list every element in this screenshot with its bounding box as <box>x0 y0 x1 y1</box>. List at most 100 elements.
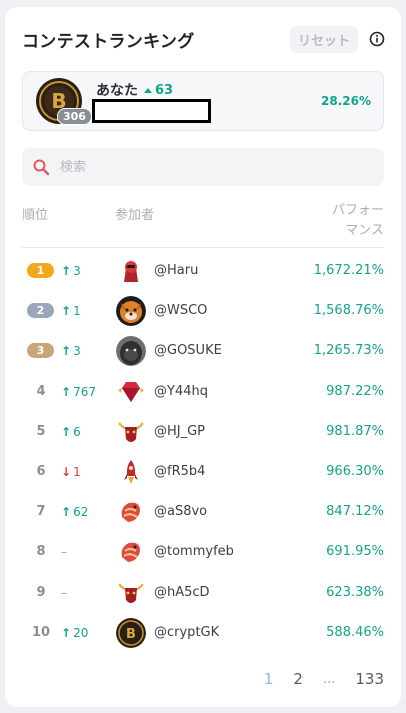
rank-change-up: ↑ 3 <box>61 264 81 278</box>
table-row[interactable]: 7 ↑ 62 @aS8vo 847.12% <box>22 492 384 532</box>
rank-change-value: 767 <box>73 384 96 399</box>
rank-number: 9 <box>36 584 46 600</box>
avatar[interactable] <box>116 537 146 568</box>
my-performance: 28.26% <box>321 94 371 108</box>
table-row[interactable]: 3 ↑ 3 @GOSUKE 1,265.73% <box>22 331 384 371</box>
rank-change-value: 20 <box>73 625 89 640</box>
arrow-up-icon: ↑ <box>61 625 72 640</box>
rank-change-value: 3 <box>73 344 81 359</box>
arrow-down-icon: ↓ <box>61 464 72 479</box>
performance-value: 1,568.76% <box>313 303 384 319</box>
performance-value: 981.87% <box>326 423 384 439</box>
column-rank: 順位 <box>22 208 49 223</box>
avatar[interactable] <box>116 376 146 407</box>
rank-change-none: – <box>61 545 67 559</box>
rank-change-up: ↑ 62 <box>61 505 88 519</box>
page-ellipsis: ... <box>322 671 336 687</box>
rank-change-value: 1 <box>73 464 81 479</box>
performance-value: 1,265.73% <box>313 343 384 359</box>
reset-button[interactable]: リセット <box>289 25 358 53</box>
rank-change-value: 6 <box>73 424 81 439</box>
rank-number: 6 <box>36 463 46 479</box>
performance-value: 847.12% <box>326 504 384 520</box>
table-row[interactable]: 6 ↓ 1 @fR5b4 966.30% <box>22 452 384 492</box>
page-title: コンテストランキング <box>22 31 195 52</box>
participant-name[interactable]: @aS8vo <box>154 504 207 519</box>
arrow-up-icon: ↑ <box>61 264 72 278</box>
table-row[interactable]: 8 – @tommyfeb 691.95% <box>22 532 384 572</box>
my-rank-card: B 306 あなた 63 28.26% <box>22 71 384 131</box>
rank-change-value: 3 <box>73 264 81 278</box>
participant-name[interactable]: @GOSUKE <box>154 343 222 358</box>
column-participant: 参加者 <box>115 208 155 223</box>
search-input[interactable] <box>60 159 360 175</box>
arrow-up-icon: ↑ <box>61 344 72 359</box>
arrow-up-icon: ↑ <box>61 384 72 399</box>
rank-change-none: – <box>61 586 67 600</box>
rank-number: 4 <box>36 383 46 399</box>
avatar[interactable] <box>116 497 146 528</box>
avatar[interactable] <box>116 456 146 487</box>
participant-name[interactable]: @tommyfeb <box>154 544 234 559</box>
search-icon <box>33 159 50 176</box>
table-row[interactable]: 2 ↑ 1 @WSCO 1,568.76% <box>22 291 384 331</box>
rank-change-value: 62 <box>73 505 89 520</box>
rank-change-up: ↑ 20 <box>61 626 88 640</box>
page-last-button[interactable]: 133 <box>355 670 384 688</box>
avatar[interactable] <box>116 296 146 327</box>
participant-name[interactable]: @fR5b4 <box>154 464 205 479</box>
page-2-button[interactable]: 2 <box>293 670 303 688</box>
rank-change-value: – <box>61 545 67 560</box>
arrow-up-icon: ↑ <box>61 424 72 439</box>
participant-name[interactable]: @cryptGK <box>154 625 219 640</box>
rank-number: 7 <box>36 504 46 520</box>
avatar[interactable] <box>116 416 146 447</box>
redacted-box <box>92 99 211 123</box>
my-name-label: あなた <box>96 83 138 99</box>
rank-number: 8 <box>36 544 46 560</box>
performance-value: 987.22% <box>326 383 384 399</box>
performance-value: 623.38% <box>326 584 384 600</box>
up-triangle-icon <box>144 87 152 93</box>
avatar[interactable] <box>116 577 146 608</box>
performance-value: 966.30% <box>326 463 384 479</box>
gold-rank-badge: 1 <box>27 263 54 278</box>
table-row[interactable]: 5 ↑ 6 @HJ_GP 981.87% <box>22 412 384 452</box>
table-row[interactable]: 9 – @hA5cD 623.38% <box>22 573 384 613</box>
page-1-button[interactable]: 1 <box>264 670 274 688</box>
performance-value: 588.46% <box>326 624 384 640</box>
rank-number: 10 <box>31 624 51 640</box>
avatar[interactable] <box>116 256 146 286</box>
table-row[interactable]: 4 ↑ 767 @Y44hq 987.22% <box>22 372 384 412</box>
avatar[interactable] <box>116 336 146 367</box>
participant-name[interactable]: @HJ_GP <box>154 424 205 439</box>
info-icon[interactable] <box>369 31 385 47</box>
pagination: 1 2 ... 133 <box>244 670 384 688</box>
table-row[interactable]: 10 ↑ 20 B @cryptGK 588.46% <box>22 613 384 653</box>
rank-change-value: 1 <box>73 304 81 319</box>
header: コンテストランキング リセット <box>22 25 385 53</box>
rank-change-up: ↑ 767 <box>61 385 96 399</box>
performance-value: 691.95% <box>326 544 384 560</box>
participant-name[interactable]: @WSCO <box>154 303 207 318</box>
my-rank-badge: 306 <box>57 108 92 125</box>
avatar[interactable]: B <box>116 617 146 648</box>
bronze-rank-badge: 3 <box>27 343 54 359</box>
search-bar[interactable] <box>22 148 384 186</box>
performance-value: 1,672.21% <box>313 263 384 278</box>
column-performance[interactable]: パフォーマンス <box>324 201 384 241</box>
table-header: 順位 参加者 パフォーマンス <box>22 201 384 248</box>
silver-rank-badge: 2 <box>27 303 54 319</box>
participant-name[interactable]: @Haru <box>154 263 198 278</box>
participant-name[interactable]: @hA5cD <box>154 585 210 600</box>
arrow-up-icon: ↑ <box>61 505 72 520</box>
rank-change-up: ↑ 6 <box>61 425 81 439</box>
svg-text:B: B <box>126 627 136 642</box>
participant-name[interactable]: @Y44hq <box>154 384 208 399</box>
rank-change-up: ↑ 3 <box>61 344 81 358</box>
my-rank-change: 63 <box>144 83 173 98</box>
my-rank-change-value: 63 <box>155 82 174 98</box>
rank-change-down: ↓ 1 <box>61 465 81 479</box>
table-row[interactable]: 1 ↑ 3 @Haru 1,672.21% <box>22 251 384 291</box>
ranking-list: 1 ↑ 3 @Haru 1,672.21% 2 ↑ 1 @WSCO 1,568.76… <box>22 251 384 653</box>
